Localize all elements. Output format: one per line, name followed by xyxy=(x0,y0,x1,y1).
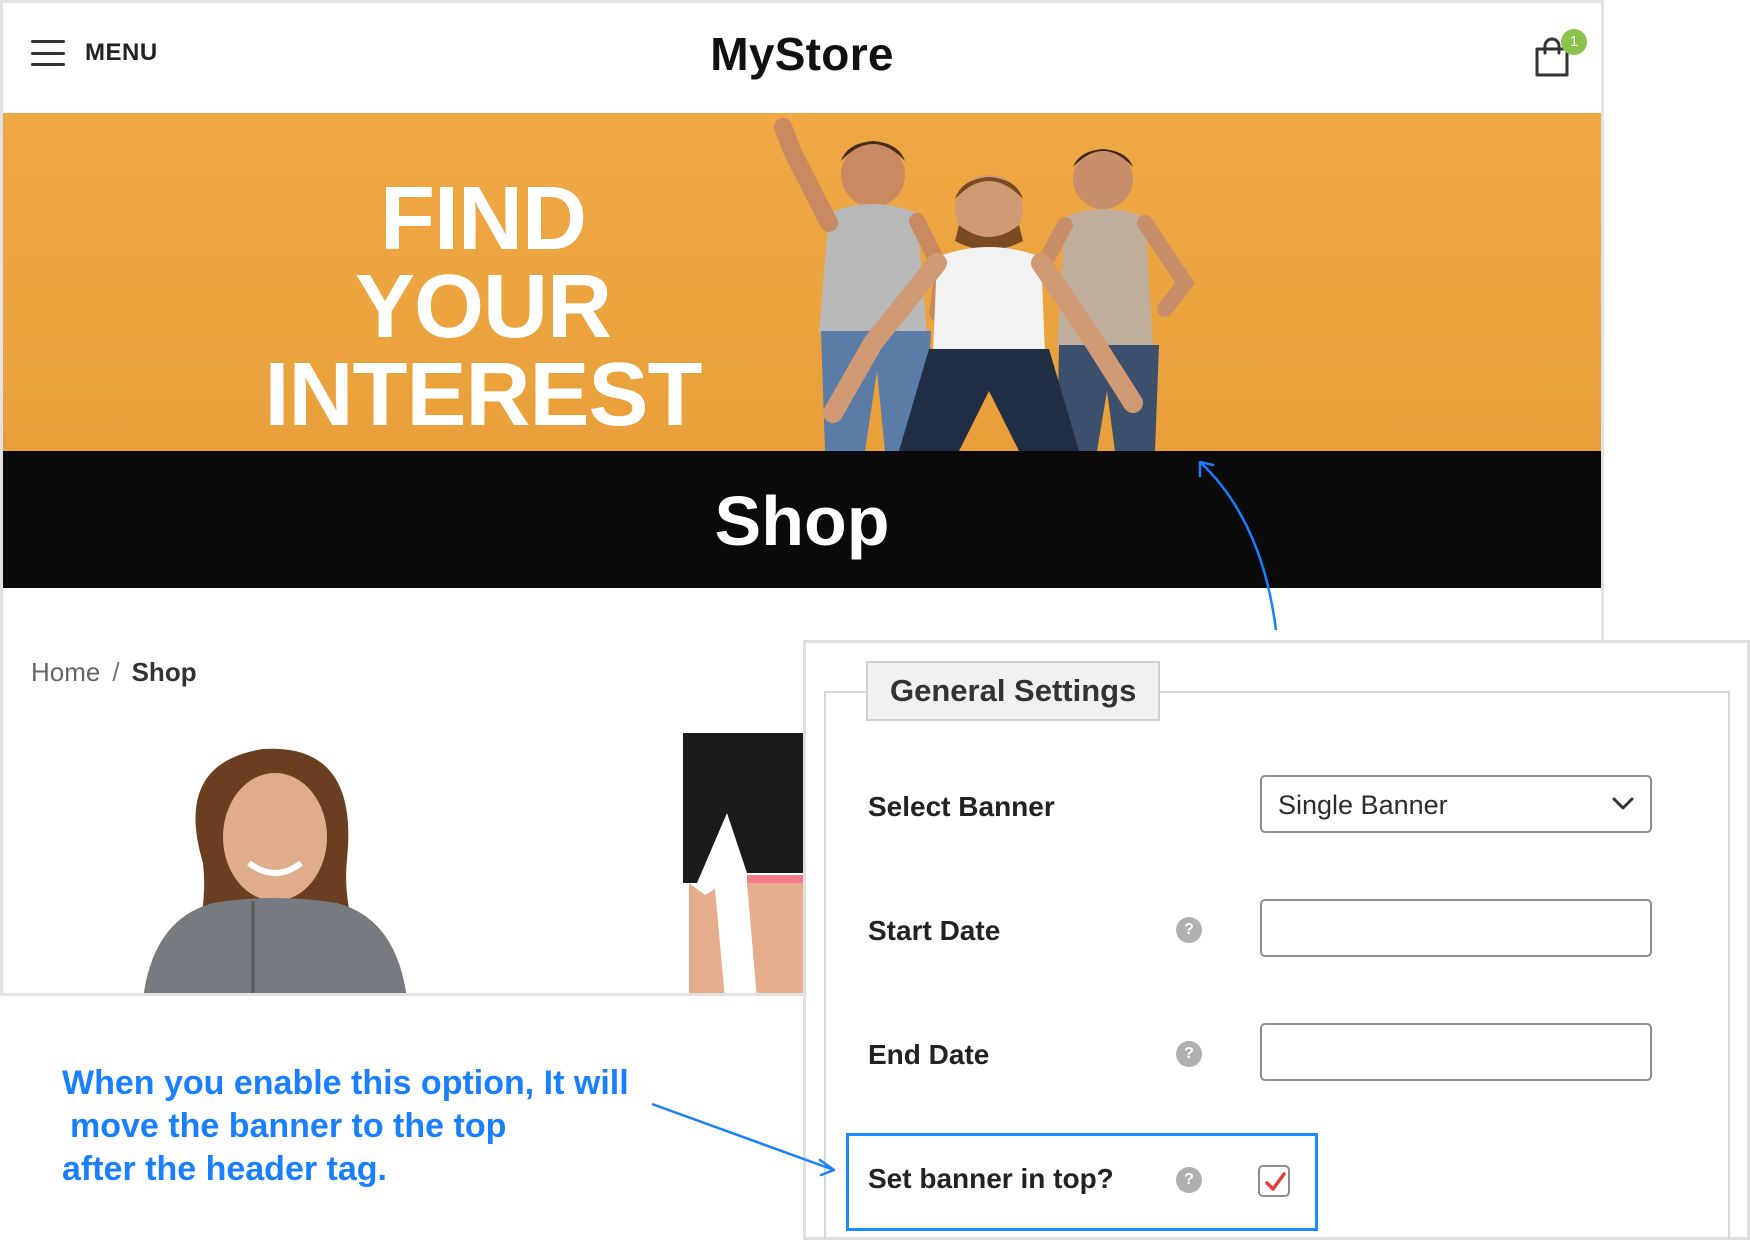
banner-people-photo xyxy=(774,118,1195,451)
banner-line-2: YOUR xyxy=(354,257,612,357)
hero-banner: FIND YOUR INTEREST xyxy=(3,113,1601,451)
set-banner-top-label: Set banner in top? xyxy=(868,1163,1114,1194)
select-banner-dropdown[interactable]: Single Banner xyxy=(1260,775,1652,833)
end-date-input[interactable] xyxy=(1260,1023,1652,1081)
breadcrumb: Home / Shop xyxy=(31,657,197,688)
annotation-line-2: move the banner to the top xyxy=(70,1107,507,1145)
general-settings-panel: General Settings Select Banner Single Ba… xyxy=(803,640,1750,1240)
page-title-bar: Shop xyxy=(3,451,1601,588)
chevron-down-icon xyxy=(1612,797,1634,810)
annotation-line-3: after the header tag. xyxy=(62,1150,387,1188)
start-date-label: Start Date xyxy=(868,915,1001,946)
site-logo[interactable]: MyStore xyxy=(3,27,1601,81)
start-date-help-icon[interactable]: ? xyxy=(1176,917,1202,943)
cart-count-badge: 1 xyxy=(1561,29,1587,55)
site-header: MENU MyStore 1 xyxy=(3,3,1601,113)
set-banner-top-help-icon[interactable]: ? xyxy=(1176,1167,1202,1193)
banner-line-3: INTEREST xyxy=(264,345,702,445)
banner-line-1: FIND xyxy=(380,169,587,269)
breadcrumb-current: Shop xyxy=(131,657,197,687)
page-title: Shop xyxy=(714,482,890,560)
breadcrumb-home-link[interactable]: Home xyxy=(31,657,100,687)
cart-button[interactable]: 1 xyxy=(1533,29,1587,79)
banner-headline: FIND YOUR INTEREST xyxy=(233,169,733,445)
select-banner-value: Single Banner xyxy=(1278,790,1448,820)
start-date-input[interactable] xyxy=(1260,899,1652,957)
settings-legend: General Settings xyxy=(866,661,1161,721)
product-image-woman[interactable] xyxy=(123,733,453,996)
checkmark-icon xyxy=(1265,1172,1286,1191)
product-image-shorts[interactable] xyxy=(683,733,807,996)
breadcrumb-separator: / xyxy=(112,657,120,687)
end-date-help-icon[interactable]: ? xyxy=(1176,1041,1202,1067)
annotation-note: When you enable this option, It will mov… xyxy=(62,1062,682,1191)
end-date-label: End Date xyxy=(868,1039,990,1070)
set-banner-top-checkbox[interactable] xyxy=(1258,1165,1290,1197)
select-banner-label: Select Banner xyxy=(868,791,1055,822)
annotation-line-1: When you enable this option, It will xyxy=(62,1064,629,1102)
